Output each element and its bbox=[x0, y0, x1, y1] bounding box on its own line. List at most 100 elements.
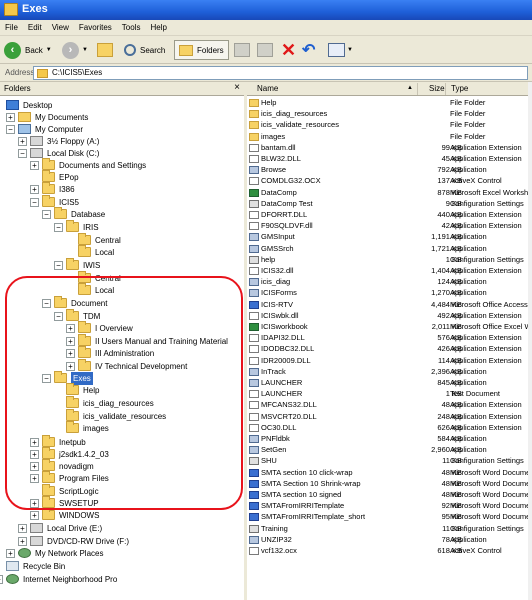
file-row[interactable]: ICISwbk.dll 492 KB Application Extension bbox=[247, 310, 532, 321]
expand-icon[interactable]: + bbox=[30, 511, 39, 520]
menu-tools[interactable]: Tools bbox=[117, 20, 146, 32]
expand-icon[interactable]: + bbox=[18, 537, 27, 546]
menu-help[interactable]: Help bbox=[145, 20, 171, 32]
file-row[interactable]: F90SQLDVF.dll 42 KB Application Extension bbox=[247, 220, 532, 231]
collapse-icon[interactable]: − bbox=[42, 374, 51, 383]
collapse-icon[interactable]: − bbox=[18, 149, 27, 158]
file-row[interactable]: IDR20009.DLL 114 KB Application Extension bbox=[247, 355, 532, 366]
delete-button[interactable]: ✕ bbox=[281, 40, 296, 60]
file-row[interactable]: LAUNCHER 1 KB Text Document bbox=[247, 388, 532, 399]
file-row[interactable]: InTrack 2,396 KB Application bbox=[247, 366, 532, 377]
file-row[interactable]: help 1 KB Configuration Settings bbox=[247, 254, 532, 265]
file-row[interactable]: SMTA section 10 signed 48 KB Microsoft Wor… bbox=[247, 489, 532, 500]
tree-item[interactable]: − IWIS bbox=[0, 258, 244, 272]
file-row[interactable]: icis_validate_resources File Folder bbox=[247, 119, 532, 130]
expand-icon[interactable]: + bbox=[30, 462, 39, 471]
file-row[interactable]: vcf132.ocx 618 KB ActiveX Control bbox=[247, 545, 532, 556]
expand-icon[interactable]: + bbox=[6, 549, 15, 558]
tree-item[interactable]: + Local Drive (E:) bbox=[0, 522, 244, 535]
column-divider[interactable] bbox=[417, 83, 418, 95]
undo-button[interactable]: ↶ bbox=[302, 40, 315, 60]
tree-item[interactable]: + WINDOWS bbox=[0, 508, 244, 522]
file-row[interactable]: MFCANS32.DLL 48 KB Application Extension bbox=[247, 399, 532, 410]
collapse-icon[interactable]: − bbox=[6, 125, 15, 134]
vertical-scrollbar[interactable] bbox=[528, 82, 532, 600]
search-button[interactable]: Search bbox=[124, 40, 165, 60]
file-row[interactable]: DataComp Test 9 KB Configuration Settings bbox=[247, 198, 532, 209]
file-row[interactable]: icis_diag 124 KB Application bbox=[247, 276, 532, 287]
file-row[interactable]: PNFldbk 584 KB Application bbox=[247, 433, 532, 444]
file-row[interactable]: COMDLG32.OCX 137 KB ActiveX Control bbox=[247, 175, 532, 186]
file-row[interactable]: SMTA Section 10 Shrink-wrap 48 KB Microsof… bbox=[247, 478, 532, 489]
file-row[interactable]: DataComp 878 KB Microsoft Excel Worksheet bbox=[247, 187, 532, 198]
title-bar[interactable]: Exes bbox=[0, 0, 532, 20]
file-row[interactable]: Browse 792 KB Application bbox=[247, 164, 532, 175]
expand-icon[interactable]: + bbox=[6, 113, 15, 122]
column-name[interactable]: Name bbox=[257, 84, 278, 93]
file-row[interactable]: LAUNCHER 845 KB Application bbox=[247, 377, 532, 388]
up-folder-button[interactable] bbox=[97, 40, 113, 60]
tree-item[interactable]: + Program Files bbox=[0, 471, 244, 485]
tree-item[interactable]: Recycle Bin bbox=[0, 560, 244, 573]
collapse-icon[interactable]: − bbox=[54, 312, 63, 321]
file-row[interactable]: SMTAFromIRRITemplate 92 KB Microsoft Word … bbox=[247, 500, 532, 511]
expand-icon[interactable]: + bbox=[30, 474, 39, 483]
column-size[interactable]: Size bbox=[429, 84, 445, 93]
tree-item[interactable]: + III Administration bbox=[0, 346, 244, 360]
file-row[interactable]: BLW32.DLL 45 KB Application Extension bbox=[247, 153, 532, 164]
file-row[interactable]: SHU 11 KB Configuration Settings bbox=[247, 455, 532, 466]
tree-item[interactable]: icis_diag_resources bbox=[0, 396, 244, 410]
address-input[interactable]: C:\ICIS5\Exes bbox=[33, 66, 528, 80]
column-divider[interactable] bbox=[445, 83, 446, 95]
tree-item[interactable]: Local bbox=[0, 245, 244, 259]
file-row[interactable]: ICIS-RTV 4,484 KB Microsoft Office Access … bbox=[247, 299, 532, 310]
collapse-icon[interactable]: − bbox=[42, 210, 51, 219]
expand-icon[interactable]: + bbox=[30, 185, 39, 194]
file-row[interactable]: Training 11 KB Configuration Settings bbox=[247, 523, 532, 534]
file-row[interactable]: SMTAFromIRRITemplate_short 95 KB Microsoft… bbox=[247, 511, 532, 522]
menu-file[interactable]: File bbox=[0, 20, 23, 32]
collapse-icon[interactable]: − bbox=[54, 261, 63, 270]
file-row[interactable]: images File Folder bbox=[247, 131, 532, 142]
file-row[interactable]: MSVCRT20.DLL 248 KB Application Extension bbox=[247, 411, 532, 422]
file-row[interactable]: GMSInput 1,191 KB Application bbox=[247, 231, 532, 242]
tree-item[interactable]: Help bbox=[0, 383, 244, 397]
expand-icon[interactable]: + bbox=[0, 575, 3, 584]
file-row[interactable]: ICISworkbook 2,011 KB Microsoft Office Exc… bbox=[247, 321, 532, 332]
tree-item[interactable]: + My Network Places bbox=[0, 547, 244, 560]
expand-icon[interactable]: + bbox=[66, 362, 75, 371]
file-row[interactable]: bantam.dll 99 KB Application Extension bbox=[247, 142, 532, 153]
expand-icon[interactable]: + bbox=[66, 337, 75, 346]
file-row[interactable]: SetGen 2,960 KB Application bbox=[247, 444, 532, 455]
file-row[interactable]: icis_diag_resources File Folder bbox=[247, 108, 532, 119]
file-row[interactable]: IDAPI32.DLL 576 KB Application Extension bbox=[247, 332, 532, 343]
expand-icon[interactable]: + bbox=[30, 499, 39, 508]
tree-item[interactable]: + I Overview bbox=[0, 321, 244, 335]
expand-icon[interactable]: + bbox=[66, 349, 75, 358]
expand-icon[interactable]: + bbox=[66, 324, 75, 333]
move-to-button[interactable] bbox=[234, 40, 250, 60]
back-button[interactable]: ‹ Back ▼ bbox=[4, 40, 52, 60]
expand-icon[interactable]: + bbox=[18, 137, 27, 146]
tree-item[interactable]: images bbox=[0, 421, 244, 435]
menu-view[interactable]: View bbox=[47, 20, 74, 32]
collapse-icon[interactable]: − bbox=[42, 299, 51, 308]
close-icon[interactable]: × bbox=[234, 82, 240, 93]
file-row[interactable]: GMSSrch 1,721 KB Application bbox=[247, 243, 532, 254]
collapse-icon[interactable]: − bbox=[30, 198, 39, 207]
expand-icon[interactable]: + bbox=[30, 450, 39, 459]
expand-icon[interactable]: + bbox=[30, 161, 39, 170]
expand-icon[interactable]: + bbox=[30, 438, 39, 447]
file-row[interactable]: UNZIP32 78 KB Application bbox=[247, 534, 532, 545]
file-row[interactable]: OC30.DLL 626 KB Application Extension bbox=[247, 422, 532, 433]
file-row[interactable]: Help File Folder bbox=[247, 97, 532, 108]
tree-item[interactable]: Local bbox=[0, 283, 244, 297]
column-type[interactable]: Type bbox=[451, 84, 468, 93]
file-row[interactable]: IDODBC32.DLL 426 KB Application Extension bbox=[247, 343, 532, 354]
folders-button[interactable]: Folders bbox=[174, 40, 229, 60]
file-row[interactable]: DFORRT.DLL 440 KB Application Extension bbox=[247, 209, 532, 220]
tree-item[interactable]: − Document bbox=[0, 296, 244, 310]
tree-item[interactable]: − Database bbox=[0, 207, 244, 221]
tree-item[interactable]: − IRIS bbox=[0, 220, 244, 234]
file-row[interactable]: ICISForms 1,270 KB Application bbox=[247, 287, 532, 298]
